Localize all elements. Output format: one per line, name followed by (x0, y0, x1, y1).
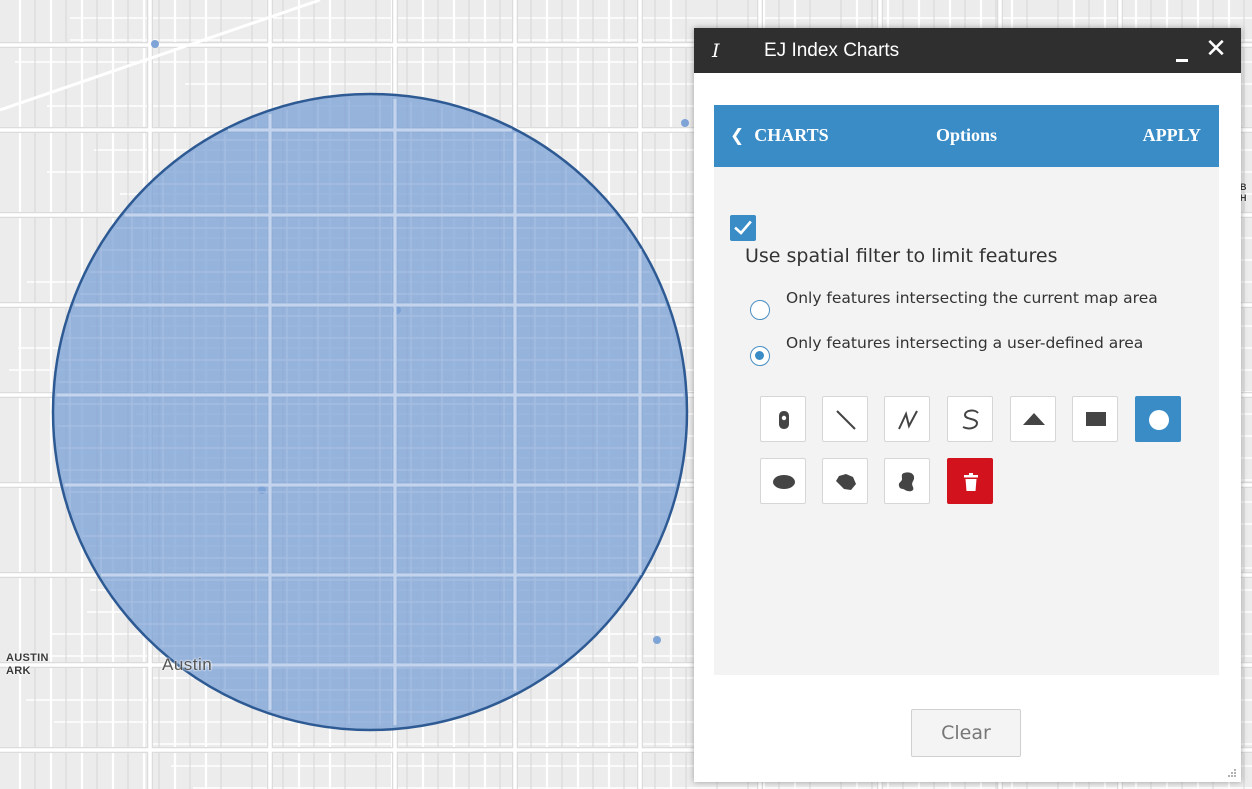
clear-graphics-button[interactable] (947, 458, 993, 504)
circle-icon (1149, 410, 1169, 430)
spatial-filter-label: Use spatial filter to limit features (745, 245, 1058, 267)
ej-index-charts-panel: I EJ Index Charts ✕ ❮ CHARTS Options APPL… (694, 28, 1241, 782)
close-button[interactable]: ✕ (1200, 33, 1232, 65)
map-label-austin-park: AUSTIN ARK (6, 652, 49, 677)
options-header-bar: ❮ CHARTS Options APPLY (714, 105, 1219, 167)
panel-title: EJ Index Charts (764, 40, 900, 61)
line-icon (836, 410, 856, 430)
triangle-icon (1023, 413, 1045, 425)
freehand-line-icon (962, 409, 979, 430)
draw-polygon-button[interactable] (822, 458, 868, 504)
draw-point-button[interactable] (760, 396, 806, 442)
draw-line-button[interactable] (822, 396, 868, 442)
radio-user-defined-area[interactable] (750, 346, 770, 366)
minimize-button[interactable] (1170, 32, 1194, 66)
draw-freehand-polygon-button[interactable] (884, 458, 930, 504)
map-label-austin: Austin (162, 655, 213, 674)
polyline-icon (898, 410, 918, 430)
radio-current-map-area[interactable] (750, 300, 770, 320)
trash-icon (964, 473, 978, 491)
clear-button[interactable]: Clear (911, 709, 1021, 757)
freehand-polygon-icon (898, 472, 915, 492)
draw-rectangle-button[interactable] (1072, 396, 1118, 442)
draw-freehand-line-button[interactable] (947, 396, 993, 442)
resize-grip-icon[interactable] (1227, 768, 1237, 778)
options-content: ❮ CHARTS Options APPLY Use spatial filter… (714, 105, 1219, 675)
draw-ellipse-button[interactable] (760, 458, 806, 504)
widget-icon: I (712, 40, 720, 62)
checkmark-icon (734, 220, 752, 235)
rectangle-icon (1086, 412, 1106, 426)
draw-triangle-button[interactable] (1010, 396, 1056, 442)
spatial-filter-checkbox[interactable] (730, 215, 756, 241)
ellipse-icon (773, 475, 795, 489)
radio-label: Only features intersecting a user-define… (786, 334, 1144, 352)
point-icon (779, 411, 789, 429)
radio-label: Only features intersecting the current m… (786, 289, 1158, 307)
apply-button[interactable]: APPLY (1143, 125, 1201, 146)
panel-titlebar[interactable]: I EJ Index Charts ✕ (694, 28, 1241, 73)
draw-polyline-button[interactable] (884, 396, 930, 442)
polygon-icon (836, 474, 856, 490)
draw-circle-button[interactable] (1135, 396, 1181, 442)
